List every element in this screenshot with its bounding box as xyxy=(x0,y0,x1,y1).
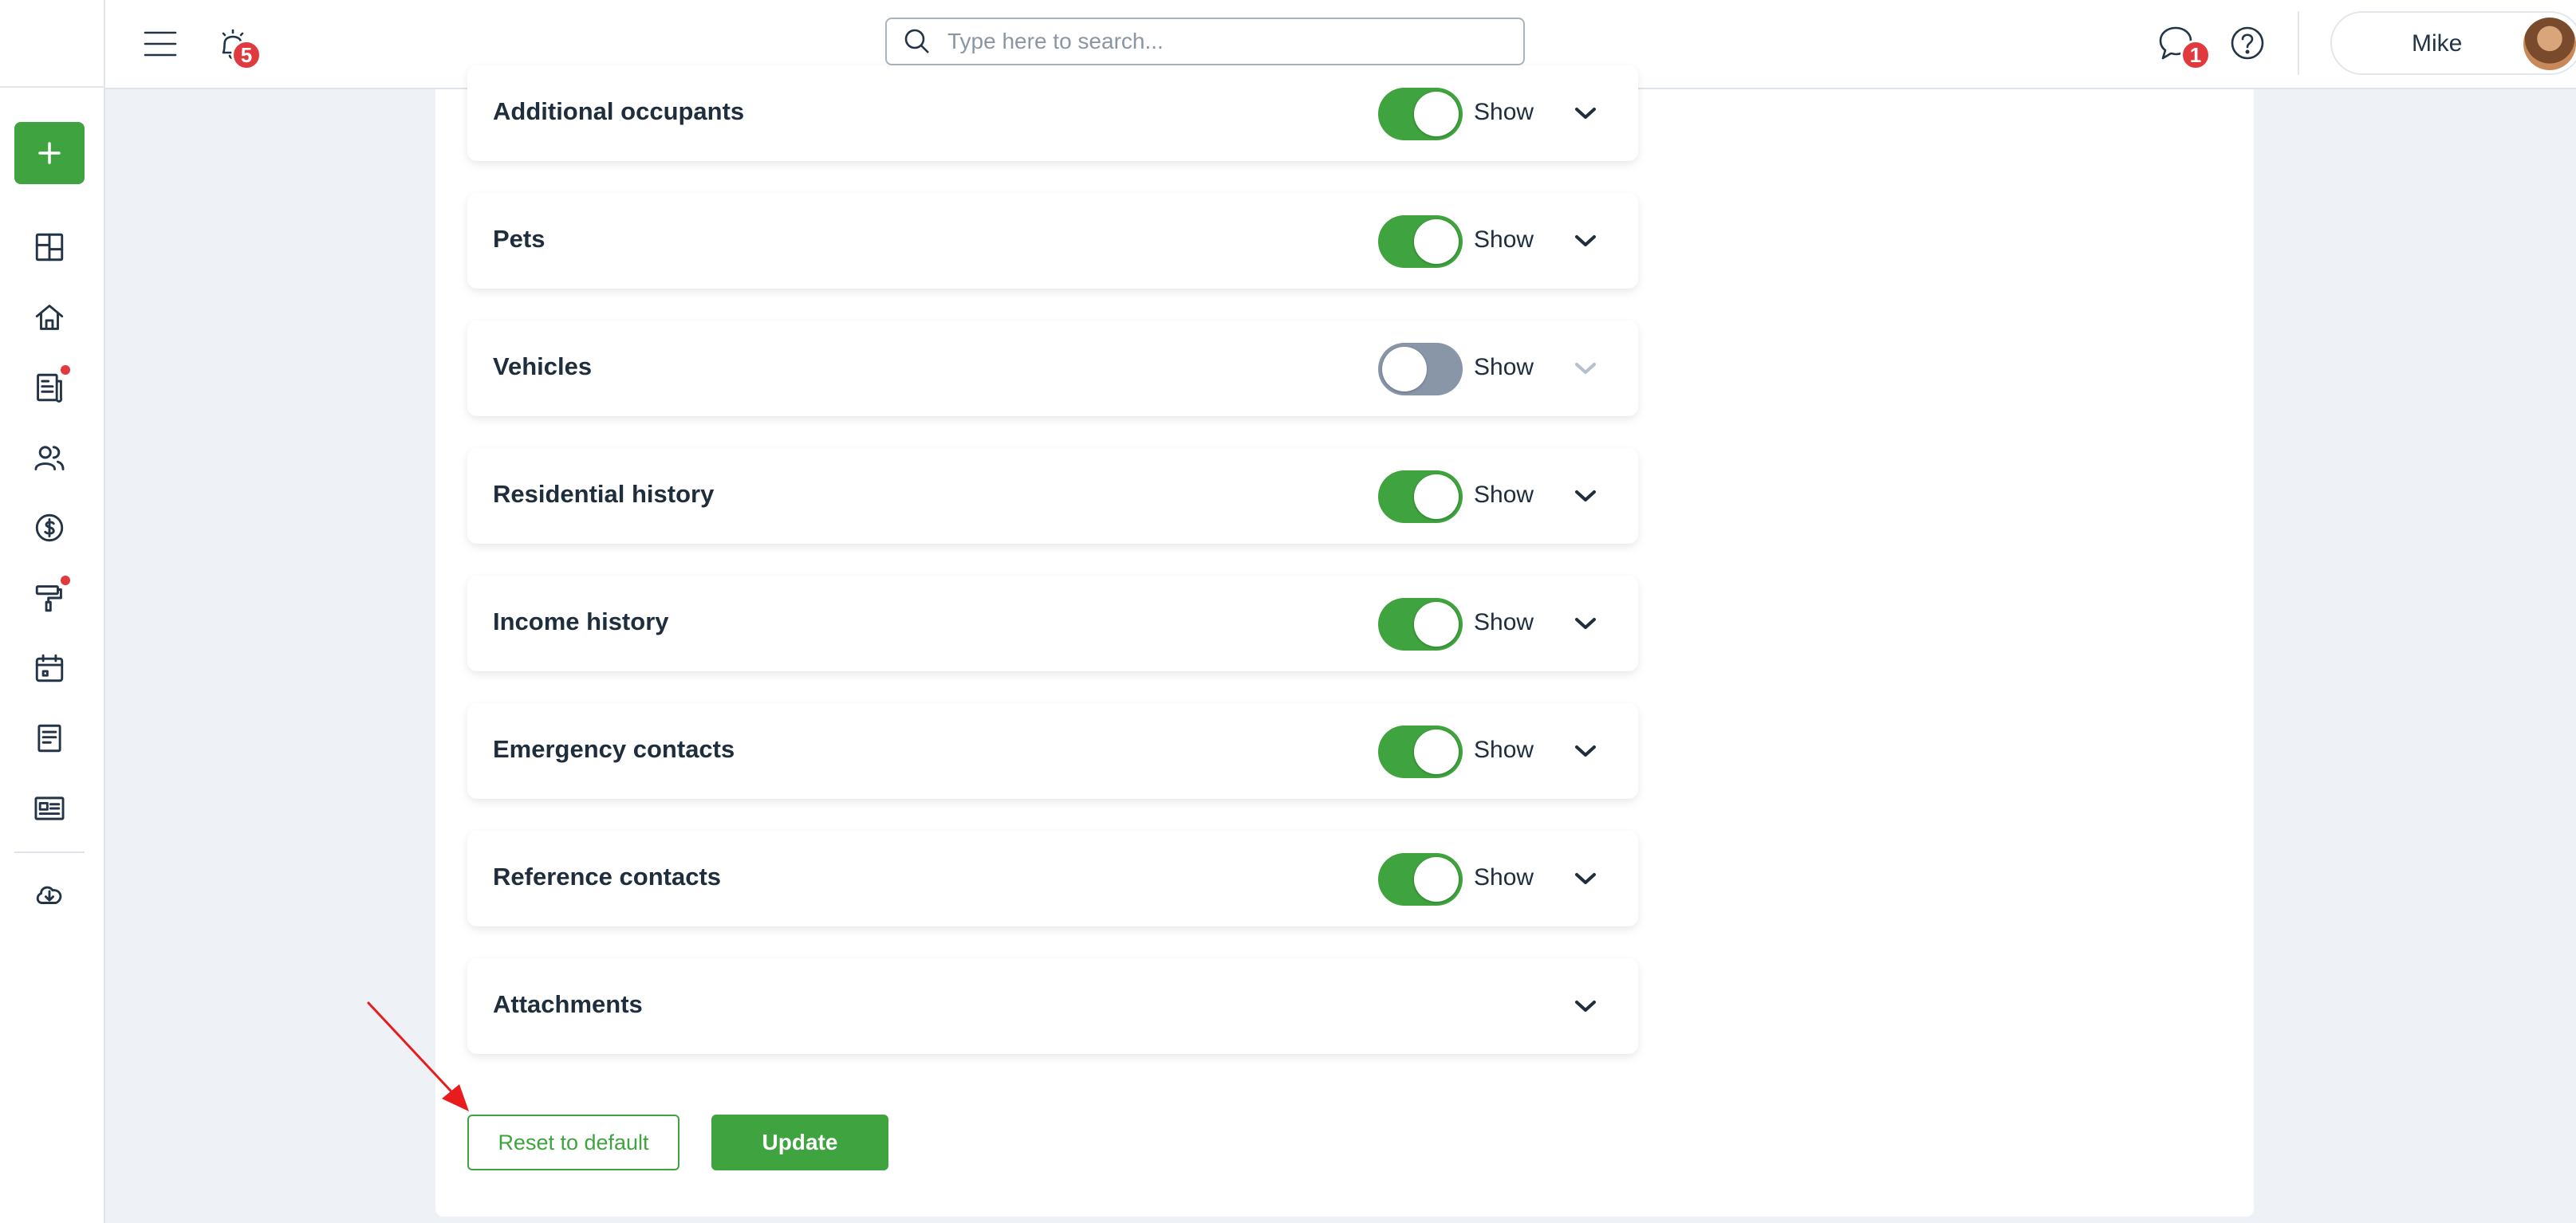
messages-count-badge: 1 xyxy=(2180,40,2211,70)
chevron-down-icon xyxy=(1575,235,1596,246)
expand-button[interactable] xyxy=(1568,606,1603,641)
show-label: Show xyxy=(1474,354,1534,380)
toggle-knob xyxy=(1414,857,1459,902)
section-row-residential-history: Residential history Show xyxy=(467,448,1638,544)
sidebar-item-people[interactable] xyxy=(30,438,69,477)
menu-toggle-button[interactable] xyxy=(139,22,182,65)
show-label: Show xyxy=(1474,864,1534,891)
user-name: Mike xyxy=(2412,30,2463,57)
add-new-button[interactable] xyxy=(14,122,85,184)
avatar xyxy=(2523,18,2576,70)
cloud-download-icon xyxy=(36,886,62,904)
help-button[interactable] xyxy=(2223,19,2271,67)
help-circle-icon xyxy=(2231,26,2264,60)
section-title: Reference contacts xyxy=(493,863,722,891)
section-title: Emergency contacts xyxy=(493,735,735,763)
chevron-down-icon xyxy=(1575,1001,1596,1012)
show-toggle[interactable] xyxy=(1378,853,1463,906)
sidebar xyxy=(0,0,105,1223)
settings-panel: Additional occupants Show Pets Show Vehi… xyxy=(435,65,2254,1217)
show-toggle[interactable] xyxy=(1378,598,1463,651)
chevron-down-icon xyxy=(1575,490,1596,501)
sidebar-item-notes[interactable] xyxy=(30,719,69,757)
show-label: Show xyxy=(1474,609,1534,635)
section-row-additional-occupants: Additional occupants Show xyxy=(467,65,1638,161)
leases-notification-dot xyxy=(61,365,70,375)
section-row-pets: Pets Show xyxy=(467,193,1638,289)
calendar-icon xyxy=(35,654,64,682)
show-label: Show xyxy=(1474,737,1534,763)
expand-button[interactable] xyxy=(1568,989,1603,1024)
sidebar-item-dashboard[interactable] xyxy=(30,228,69,266)
dashboard-icon xyxy=(35,233,64,262)
search-box[interactable] xyxy=(885,18,1525,65)
chevron-down-icon xyxy=(1575,873,1596,884)
section-title: Additional occupants xyxy=(493,97,745,125)
section-row-emergency-contacts: Emergency contacts Show xyxy=(467,703,1638,799)
section-row-reference-contacts: Reference contacts Show xyxy=(467,831,1638,926)
report-card-icon xyxy=(34,796,65,820)
annotation-arrow xyxy=(367,1001,469,1111)
topbar-separator xyxy=(2298,11,2299,75)
chevron-down-icon xyxy=(1575,618,1596,629)
show-toggle[interactable] xyxy=(1378,88,1463,140)
sidebar-item-reports[interactable] xyxy=(30,789,69,828)
section-title: Income history xyxy=(493,608,669,635)
section-title: Vehicles xyxy=(493,352,593,380)
sidebar-item-calendar[interactable] xyxy=(30,649,69,687)
home-icon xyxy=(35,305,64,330)
expand-button[interactable] xyxy=(1568,733,1603,769)
toggle-knob xyxy=(1382,347,1427,391)
dollar-circle-icon xyxy=(35,513,64,542)
show-label: Show xyxy=(1474,99,1534,125)
show-toggle[interactable] xyxy=(1378,343,1463,395)
show-label: Show xyxy=(1474,482,1534,508)
show-toggle[interactable] xyxy=(1378,215,1463,268)
expand-button[interactable] xyxy=(1568,861,1603,896)
section-title: Pets xyxy=(493,225,546,253)
users-icon xyxy=(34,446,65,470)
toggle-knob xyxy=(1414,92,1459,136)
sidebar-item-properties[interactable] xyxy=(30,298,69,336)
sidebar-item-accounting[interactable] xyxy=(30,509,69,547)
document-list-icon xyxy=(37,373,63,403)
chevron-down-icon xyxy=(1575,363,1596,374)
chevron-down-icon xyxy=(1575,745,1596,757)
section-row-vehicles: Vehicles Show xyxy=(467,320,1638,416)
show-label: Show xyxy=(1474,226,1534,253)
sidebar-logo-area xyxy=(0,0,105,88)
search-icon xyxy=(904,29,929,53)
chevron-down-icon xyxy=(1575,108,1596,119)
search-input[interactable] xyxy=(947,29,1490,54)
notes-icon xyxy=(37,724,61,753)
expand-button[interactable] xyxy=(1568,478,1603,513)
maintenance-notification-dot xyxy=(61,576,70,585)
sidebar-divider xyxy=(14,851,85,853)
sidebar-item-downloads[interactable] xyxy=(30,875,69,914)
section-title: Attachments xyxy=(493,990,643,1018)
toggle-knob xyxy=(1414,729,1459,774)
paint-roller-icon xyxy=(35,585,62,612)
update-button[interactable]: Update xyxy=(711,1115,888,1170)
section-title: Residential history xyxy=(493,480,715,508)
section-row-income-history: Income history Show xyxy=(467,576,1638,671)
expand-button-disabled xyxy=(1568,351,1603,386)
show-toggle[interactable] xyxy=(1378,726,1463,778)
expand-button[interactable] xyxy=(1568,96,1603,131)
plus-icon xyxy=(38,142,61,164)
hamburger-icon xyxy=(144,31,177,57)
toggle-knob xyxy=(1414,219,1459,264)
expand-button[interactable] xyxy=(1568,223,1603,258)
reset-to-default-button[interactable]: Reset to default xyxy=(467,1115,679,1170)
toggle-knob xyxy=(1414,474,1459,519)
show-toggle[interactable] xyxy=(1378,470,1463,523)
alerts-count-badge: 5 xyxy=(231,40,262,70)
section-row-attachments: Attachments xyxy=(467,958,1638,1054)
toggle-knob xyxy=(1414,602,1459,647)
user-menu[interactable]: Mike xyxy=(2330,11,2576,75)
